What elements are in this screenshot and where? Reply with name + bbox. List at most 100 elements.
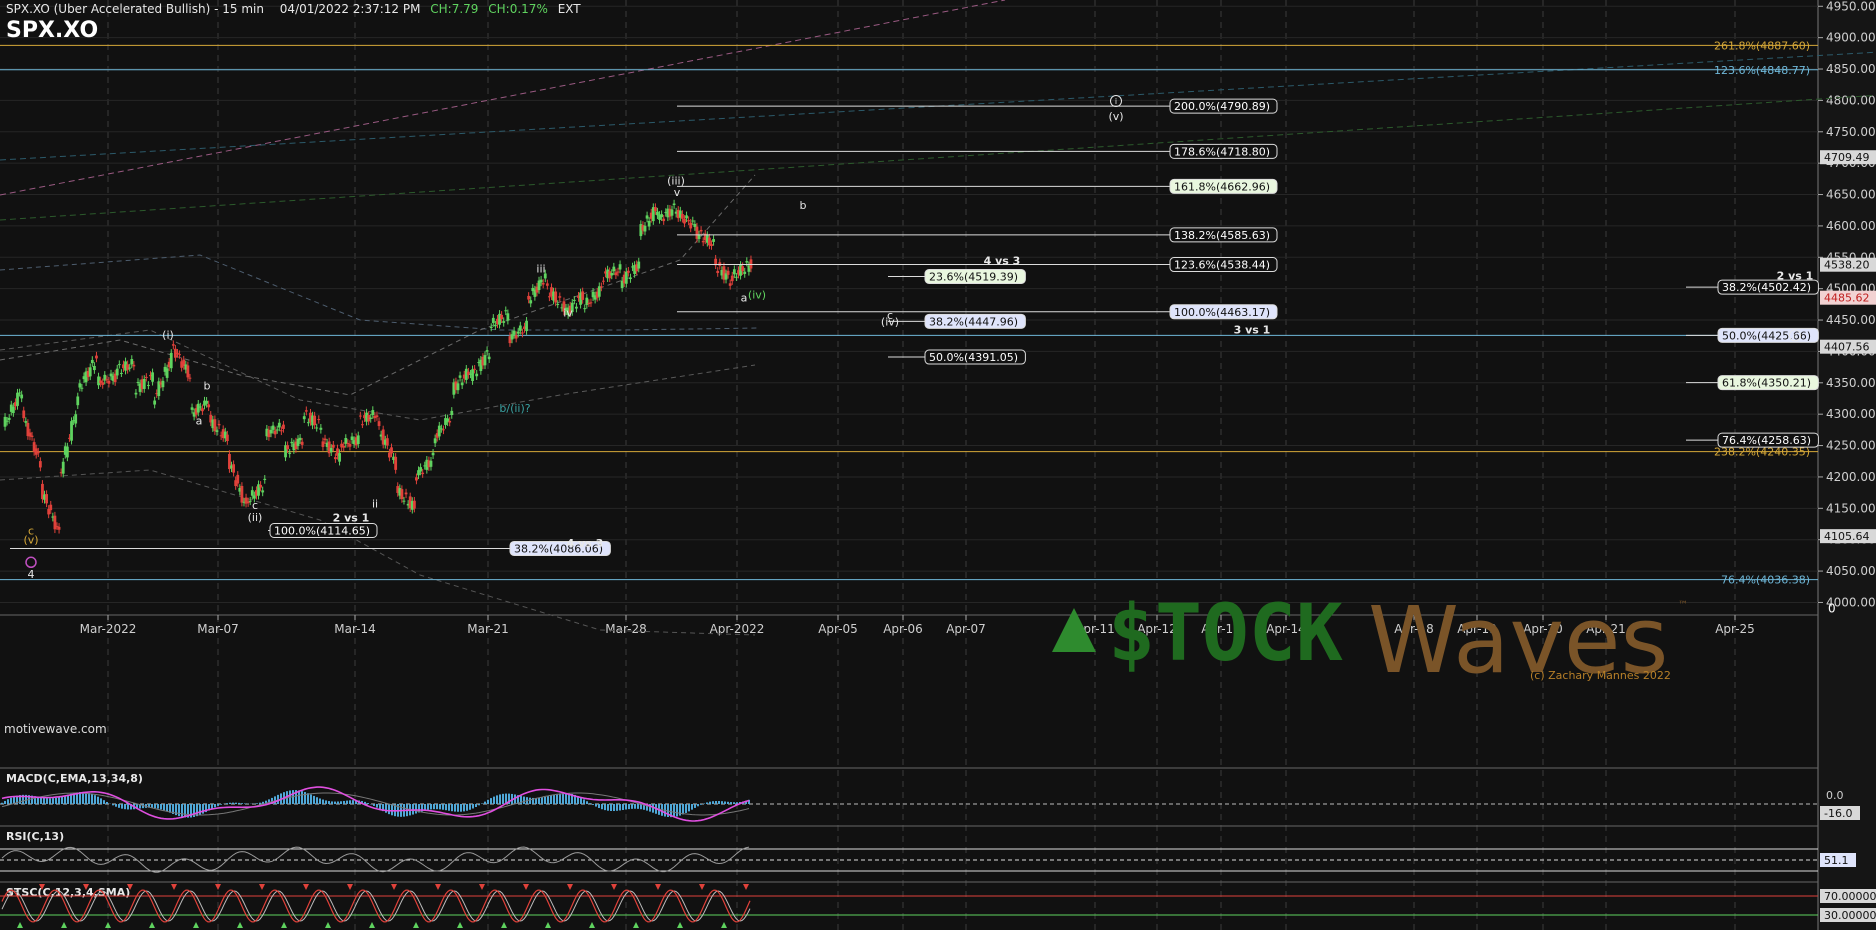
price-candle-body bbox=[645, 215, 649, 219]
price-candle-body bbox=[448, 420, 452, 423]
fib-level-label: 200.0%(4790.89) bbox=[1174, 100, 1270, 113]
price-candle-body bbox=[726, 270, 730, 275]
price-candle-body bbox=[186, 365, 190, 378]
price-candle-body bbox=[236, 474, 240, 484]
price-candle-body bbox=[65, 446, 69, 458]
price-candle-body bbox=[558, 296, 562, 298]
x-tick-label: Apr-25 bbox=[1715, 622, 1755, 636]
y-tick-label: 4950.00 bbox=[1826, 0, 1876, 13]
price-candle-body bbox=[315, 427, 319, 429]
price-candle-body bbox=[525, 320, 528, 332]
macd-panel-title: MACD(C,EMA,13,34,8) bbox=[6, 772, 143, 785]
price-candle-body bbox=[61, 461, 65, 474]
price-candle-body bbox=[390, 447, 393, 454]
price-candle-body bbox=[144, 376, 148, 378]
fib-level-label: 76.4%(4258.63) bbox=[1722, 434, 1811, 447]
price-candle-body bbox=[385, 438, 389, 446]
price-candle-body bbox=[618, 264, 622, 270]
reference-line-label: 123.6%(4848.77) bbox=[1714, 64, 1810, 77]
price-candle-body bbox=[348, 444, 352, 447]
price-candle-body bbox=[689, 222, 693, 229]
price-candle-body bbox=[521, 332, 524, 334]
price-candle-body bbox=[518, 325, 522, 331]
price-candle-body bbox=[169, 352, 173, 369]
price-candle-body bbox=[475, 373, 479, 377]
price-candle-body bbox=[626, 270, 630, 273]
price-candle-body bbox=[101, 382, 105, 385]
price-candle-body bbox=[313, 415, 317, 426]
y-tick-label: 4150.00 bbox=[1826, 501, 1876, 515]
price-candle-body bbox=[273, 430, 277, 435]
price-candle-body bbox=[126, 364, 130, 370]
fib-level-label: 38.2%(4447.96) bbox=[929, 315, 1018, 328]
price-candle-body bbox=[90, 359, 94, 364]
price-candle-body bbox=[471, 369, 474, 382]
price-candle-body bbox=[304, 410, 308, 412]
price-candle-body bbox=[647, 220, 651, 227]
price-candle-body bbox=[76, 396, 80, 406]
price-candle-body bbox=[735, 276, 738, 278]
x-tick-label: Apr-07 bbox=[946, 622, 986, 636]
price-chart[interactable]: Mar-2022 Mar-07 Mar-14 Mar-21 Mar-28 Apr-2022… bbox=[0, 0, 1876, 930]
price-candle-body bbox=[153, 400, 157, 405]
reference-line-label: 261.8%(4887.60) bbox=[1714, 39, 1810, 52]
price-candle-body bbox=[597, 286, 601, 297]
price-candle-body bbox=[107, 380, 111, 384]
price-candle-body bbox=[53, 515, 57, 530]
price-candle-body bbox=[250, 490, 254, 496]
price-candle-body bbox=[130, 359, 134, 365]
fib-level-label: 100.0%(4114.65) bbox=[274, 525, 370, 538]
symbol-label: SPX.XO bbox=[6, 18, 99, 43]
fib-level-label: 38.2%(4502.42) bbox=[1722, 281, 1811, 294]
wave-annotation: v bbox=[674, 186, 681, 199]
change-percent: CH:0.17% bbox=[488, 2, 548, 16]
wave-annotation: ii bbox=[372, 497, 378, 510]
wave-annotation: (v) bbox=[1108, 110, 1123, 123]
price-candle-body bbox=[24, 421, 28, 423]
price-candle-body bbox=[188, 377, 192, 379]
price-candle-body bbox=[306, 422, 310, 424]
price-candle-body bbox=[198, 406, 202, 408]
y-price-badge-label: 4709.49 bbox=[1824, 151, 1870, 164]
price-candle-body bbox=[38, 461, 42, 468]
price-candle-body bbox=[589, 302, 593, 304]
wave-annotation: iv bbox=[563, 307, 573, 320]
price-candle-body bbox=[334, 457, 337, 460]
chart-header: SPX.XO (Uber Accelerated Bullish) - 15 m… bbox=[6, 2, 587, 16]
price-candle-body bbox=[400, 489, 404, 500]
price-candle-body bbox=[693, 223, 697, 228]
price-candle-body bbox=[30, 435, 34, 437]
price-candle-body bbox=[252, 495, 256, 499]
price-candle-body bbox=[176, 352, 179, 354]
macd-y-tick: 0.0 bbox=[1826, 789, 1844, 802]
price-candle-body bbox=[165, 368, 169, 378]
wave-annotation: b bbox=[800, 199, 807, 212]
wave-annotation: 3 vs 1 bbox=[1234, 323, 1271, 336]
price-candle-body bbox=[342, 445, 346, 448]
price-candle-body bbox=[412, 500, 416, 509]
price-candle-body bbox=[45, 494, 48, 504]
price-candle-body bbox=[201, 408, 204, 412]
price-candle-body bbox=[716, 270, 720, 274]
price-candle-body bbox=[687, 220, 691, 222]
x-tick-label: Mar-07 bbox=[197, 622, 238, 636]
price-candle-body bbox=[259, 484, 263, 488]
price-candle-body bbox=[402, 500, 406, 502]
y-price-badge-label: 4538.20 bbox=[1824, 259, 1870, 272]
price-candle-body bbox=[115, 368, 119, 376]
y-price-badge-label: 4407.56 bbox=[1824, 341, 1870, 354]
price-candle-body bbox=[572, 299, 576, 301]
fib-level-label: 23.6%(4519.39) bbox=[929, 271, 1018, 284]
price-candle-body bbox=[151, 372, 154, 382]
reference-line-label: 76.4%(4036.38) bbox=[1721, 574, 1810, 587]
price-candle-body bbox=[514, 335, 518, 339]
price-candle-body bbox=[431, 452, 435, 456]
y-tick-label: 4650.00 bbox=[1826, 188, 1876, 202]
price-candle-body bbox=[196, 403, 200, 413]
price-candle-body bbox=[323, 438, 327, 441]
price-candle-body bbox=[261, 490, 265, 493]
wave-annotation: (i) bbox=[162, 328, 174, 341]
session-label: EXT bbox=[557, 2, 581, 16]
price-candle-body bbox=[439, 428, 443, 430]
price-candle-body bbox=[80, 387, 84, 389]
